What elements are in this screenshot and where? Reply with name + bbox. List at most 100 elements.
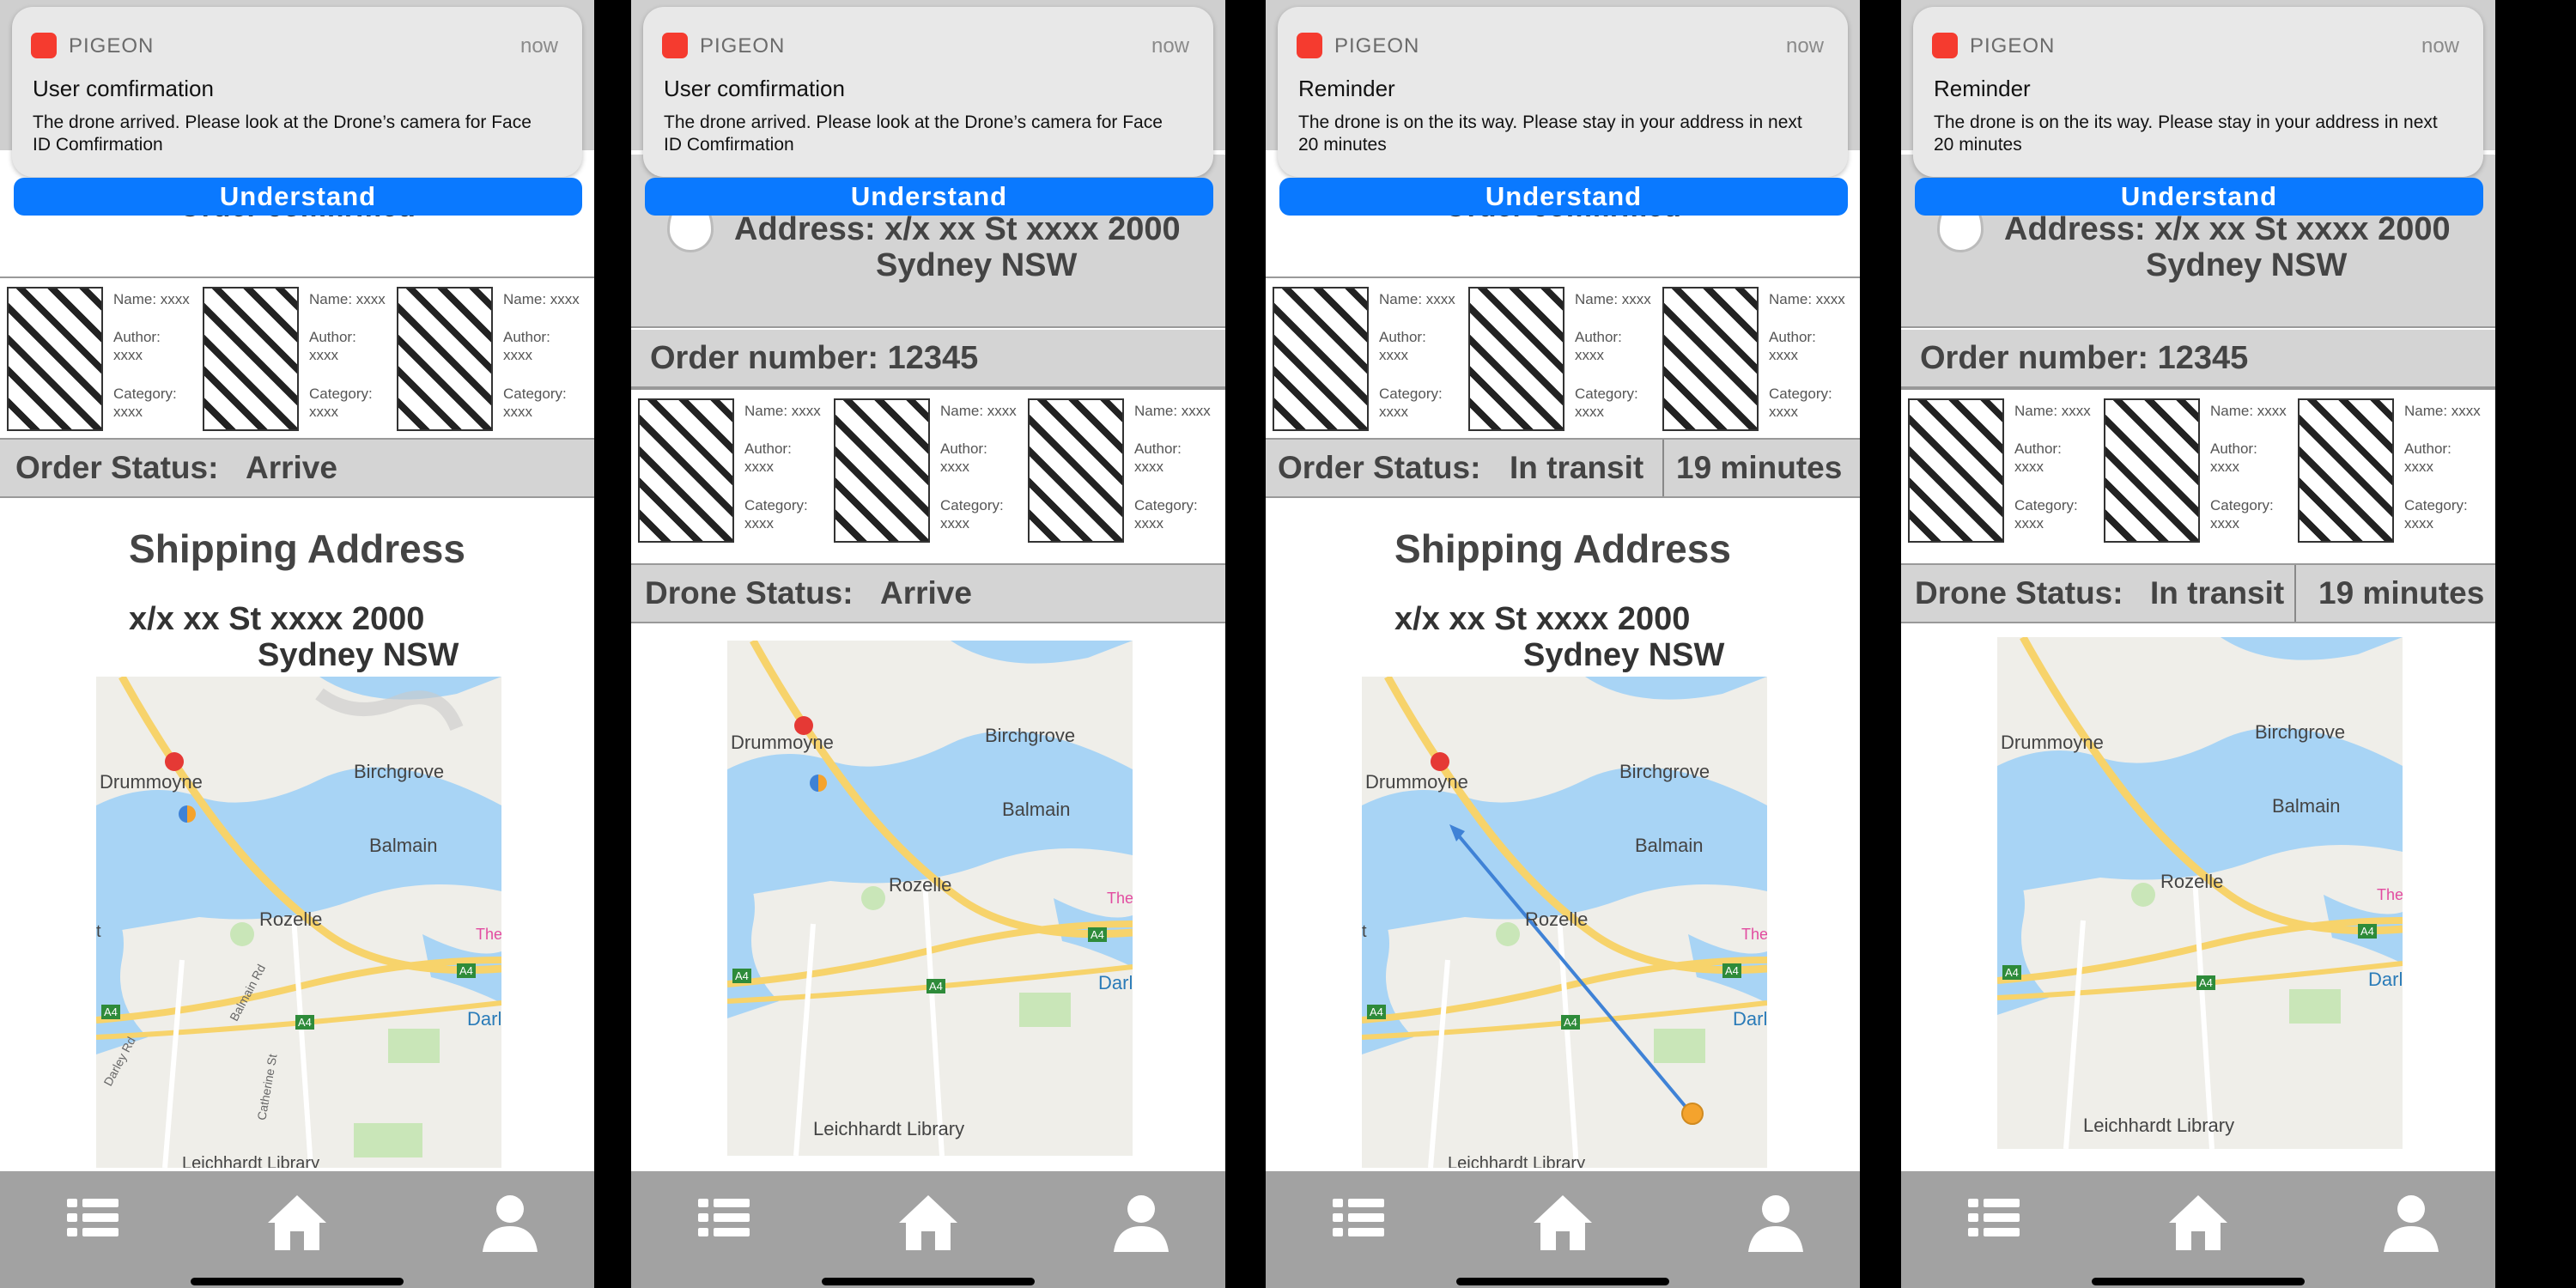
home-icon[interactable] xyxy=(1530,1190,1599,1259)
home-indicator[interactable] xyxy=(822,1278,1035,1285)
push-notification[interactable]: PIGEON now User comfirmation The drone a… xyxy=(643,7,1213,177)
home-indicator[interactable] xyxy=(191,1278,404,1285)
home-indicator[interactable] xyxy=(1456,1278,1669,1285)
product-card[interactable]: Name: xxxx Author: xxxx Category: xxxx xyxy=(638,398,835,543)
product-category-label: Category: xyxy=(309,386,373,402)
product-author-value: xxxx xyxy=(2210,459,2239,475)
product-card[interactable]: Name: xxxx Author: xxxx Category: xxxx xyxy=(397,287,594,431)
address-line2: Sydney NSW xyxy=(876,247,1078,283)
map-label-rozelle: Rozelle xyxy=(889,874,952,896)
product-image-placeholder xyxy=(1028,398,1124,543)
product-category-value: xxxx xyxy=(503,404,532,420)
delivery-map[interactable]: Drummoyne Birchgrove Balmain Rozelle Dar… xyxy=(1362,677,1767,1168)
product-card[interactable]: Name: xxxx Author: xxxx Category: xxxx xyxy=(2104,398,2301,543)
profile-icon[interactable] xyxy=(1743,1190,1812,1259)
product-name: Name: xxxx xyxy=(503,291,580,307)
home-icon[interactable] xyxy=(2166,1190,2234,1259)
product-category-label: Category: xyxy=(1575,386,1638,402)
understand-button[interactable]: Understand xyxy=(1279,178,1848,216)
list-icon[interactable] xyxy=(65,1190,134,1259)
app-icon xyxy=(662,33,688,58)
map-road-shield-a4: A4 xyxy=(1561,1015,1580,1030)
notification-time: now xyxy=(1785,34,1824,58)
map-road-shield-a4: A4 xyxy=(457,963,476,978)
order-status-bar: Order Status: Arrive xyxy=(0,438,594,498)
drone-status-bar: Drone Status: Arrive xyxy=(631,563,1225,623)
push-notification[interactable]: PIGEON now Reminder The drone is on the … xyxy=(1278,7,1848,177)
address-line2: Sydney NSW xyxy=(2146,247,2348,283)
map-label-the: The xyxy=(1107,890,1133,907)
list-icon[interactable] xyxy=(1966,1190,2035,1259)
delivery-map[interactable]: Drummoyne Birchgrove Balmain Rozelle Dar… xyxy=(1997,637,2403,1149)
map-road-shield-a4: A4 xyxy=(2358,924,2377,939)
product-card[interactable]: Name: xxxx Author: xxxx Category: xxxx xyxy=(1908,398,2105,543)
product-category-value: xxxx xyxy=(940,515,969,532)
product-image-placeholder xyxy=(1662,287,1759,431)
product-image-placeholder xyxy=(1273,287,1369,431)
product-name: Name: xxxx xyxy=(1134,403,1211,419)
product-category-value: xxxx xyxy=(2404,515,2433,532)
map-label-drummoyne: Drummoyne xyxy=(2001,732,2104,753)
product-category-value: xxxx xyxy=(113,404,143,420)
notification-title: Reminder xyxy=(1298,76,1395,101)
notification-app-name: PIGEON xyxy=(69,34,155,58)
profile-icon[interactable] xyxy=(477,1190,546,1259)
notification-title: User comfirmation xyxy=(664,76,845,101)
app-icon xyxy=(1297,33,1322,58)
push-notification[interactable]: PIGEON now User comfirmation The drone a… xyxy=(12,7,582,177)
product-image-placeholder xyxy=(638,398,734,543)
product-name: Name: xxxx xyxy=(2210,403,2287,419)
status-eta: 19 minutes xyxy=(1676,450,1843,485)
product-image-placeholder xyxy=(2298,398,2394,543)
understand-button[interactable]: Understand xyxy=(645,178,1213,216)
shipping-address-title: Shipping Address xyxy=(129,526,465,571)
product-author-label: Author: xyxy=(2404,440,2451,457)
home-indicator[interactable] xyxy=(2092,1278,2305,1285)
product-card[interactable]: Name: xxxx Author: xxxx Category: xxxx xyxy=(834,398,1031,543)
product-card[interactable]: Name: xxxx Author: xxxx Category: xxxx xyxy=(1273,287,1470,431)
product-card[interactable]: Name: xxxx Author: xxxx Category: xxxx xyxy=(1662,287,1860,431)
status-value: In transit xyxy=(2150,575,2285,611)
map-road-shield-a4: A4 xyxy=(101,1005,120,1019)
product-author-label: Author: xyxy=(744,440,792,457)
shipping-address-line1: x/x xx St xxxx 2000 xyxy=(129,601,425,637)
product-author-label: Author: xyxy=(1769,329,1816,345)
drone-marker-icon xyxy=(179,805,196,823)
map-label-balmain: Balmain xyxy=(1635,835,1704,856)
product-card[interactable]: Name: xxxx Author: xxxx Category: xxxx xyxy=(2298,398,2495,543)
screen-drone-arrive: Address: x/x xx St xxxx 2000 Sydney NSW … xyxy=(631,0,1225,1288)
list-icon[interactable] xyxy=(1331,1190,1400,1259)
order-status-bar: Order Status: In transit 19 minutes xyxy=(1266,438,1860,498)
delivery-map[interactable]: Drummoyne Birchgrove Balmain Rozelle Dar… xyxy=(96,677,501,1168)
notification-app-name: PIGEON xyxy=(1970,34,2056,58)
map-road-shield-a4: A4 xyxy=(2002,965,2021,980)
screen-drone-in-transit: Address: x/x xx St xxxx 2000 Sydney NSW … xyxy=(1901,0,2495,1288)
product-author-value: xxxx xyxy=(1134,459,1163,475)
map-label-birchgrove: Birchgrove xyxy=(985,725,1076,746)
product-author-value: xxxx xyxy=(744,459,774,475)
product-category-value: xxxx xyxy=(1769,404,1798,420)
understand-button[interactable]: Understand xyxy=(1915,178,2483,216)
drone-location-dot xyxy=(1681,1103,1704,1125)
profile-icon[interactable] xyxy=(1109,1190,1177,1259)
notification-time: now xyxy=(2421,34,2459,58)
push-notification[interactable]: PIGEON now Reminder The drone is on the … xyxy=(1913,7,2483,177)
home-icon[interactable] xyxy=(264,1190,333,1259)
product-image-placeholder xyxy=(834,398,930,543)
profile-icon[interactable] xyxy=(2379,1190,2447,1259)
delivery-map[interactable]: Drummoyne Birchgrove Balmain Rozelle Dar… xyxy=(727,641,1133,1156)
map-road-shield-a4: A4 xyxy=(295,1015,314,1030)
map-label-darl: Darl xyxy=(2368,969,2403,990)
shipping-address-title: Shipping Address xyxy=(1394,526,1731,571)
product-card[interactable]: Name: xxxx Author: xxxx Category: xxxx xyxy=(7,287,204,431)
list-icon[interactable] xyxy=(696,1190,765,1259)
product-card[interactable]: Name: xxxx Author: xxxx Category: xxxx xyxy=(203,287,400,431)
understand-button[interactable]: Understand xyxy=(14,178,582,216)
product-card[interactable]: Name: xxxx Author: xxxx Category: xxxx xyxy=(1028,398,1225,543)
bottom-nav xyxy=(631,1171,1225,1288)
map-label-library: Leichhardt Library xyxy=(182,1154,320,1168)
product-name: Name: xxxx xyxy=(1769,291,1845,307)
home-icon[interactable] xyxy=(896,1190,964,1259)
product-card[interactable]: Name: xxxx Author: xxxx Category: xxxx xyxy=(1468,287,1666,431)
product-image-placeholder xyxy=(203,287,299,431)
